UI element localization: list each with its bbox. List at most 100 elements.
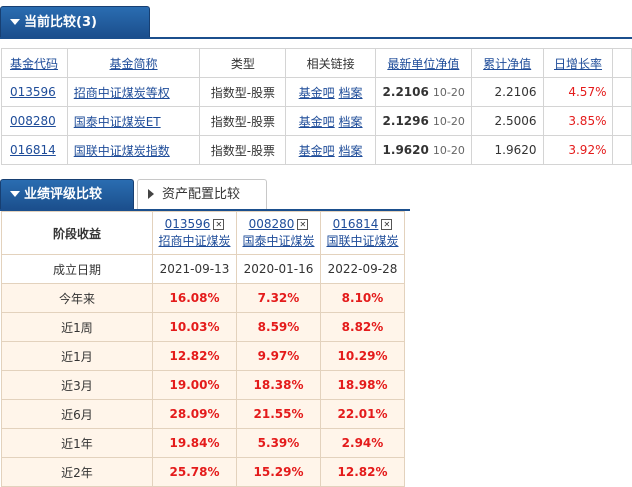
perf-value: 22.01% — [320, 399, 405, 429]
asset-allocation-tab[interactable]: 资产配置比较 — [137, 179, 267, 209]
perf-fund-name-link[interactable]: 招商中证煤炭 — [158, 234, 230, 248]
perf-header-row: 阶段收益 013596 ✕ 招商中证煤炭 008280 ✕ 国泰中证煤炭 01681… — [1, 211, 405, 255]
perf-value: 5.39% — [236, 428, 321, 458]
perf-value: 2020-01-16 — [236, 254, 321, 284]
fund-type: 指数型-股票 — [199, 77, 287, 107]
perf-value: 10.29% — [320, 341, 405, 371]
fund-bar-link[interactable]: 基金吧 — [299, 86, 335, 100]
current-compare-label: 当前比较(3) — [24, 15, 97, 30]
perf-fund-code-link[interactable]: 016814 — [333, 217, 379, 231]
perf-value: 18.98% — [320, 370, 405, 400]
perf-value: 8.10% — [320, 283, 405, 313]
perf-value: 9.97% — [236, 341, 321, 371]
perf-fund-header: 013596 ✕ 招商中证煤炭 — [152, 211, 237, 255]
perf-value: 12.82% — [152, 341, 237, 371]
perf-value: 2022-09-28 — [320, 254, 405, 284]
header-type: 类型 — [199, 48, 287, 78]
header-links: 相关链接 — [285, 48, 376, 78]
compare-tab-bar: 当前比较(3) — [0, 0, 632, 44]
asset-tab-label: 资产配置比较 — [162, 187, 241, 202]
perf-fund-code-link[interactable]: 008280 — [249, 217, 295, 231]
caret-right-icon — [148, 189, 154, 199]
fund-profile-link[interactable]: 档案 — [339, 86, 363, 100]
perf-row-label: 近2年 — [1, 457, 153, 487]
perf-value: 10.03% — [152, 312, 237, 342]
perf-row-label: 近6月 — [1, 399, 153, 429]
perf-row-label: 近1周 — [1, 312, 153, 342]
performance-compare-tab[interactable]: 业绩评级比较 — [0, 179, 134, 209]
fund-daily-rate: 3.85% — [542, 106, 614, 136]
fund-bar-link[interactable]: 基金吧 — [299, 115, 335, 129]
header-name[interactable]: 基金简称 — [66, 48, 201, 78]
tab-divider — [0, 37, 632, 39]
fund-acc-nav: 2.2106 — [470, 77, 544, 107]
perf-value: 12.82% — [320, 457, 405, 487]
perf-row-label: 成立日期 — [1, 254, 153, 284]
perf-value: 19.84% — [152, 428, 237, 458]
fund-code-link[interactable]: 016814 — [10, 143, 56, 157]
perf-value: 19.00% — [152, 370, 237, 400]
perf-row-label: 近3月 — [1, 370, 153, 400]
perf-fund-header: 016814 ✕ 国联中证煤炭 — [320, 211, 405, 255]
fund-nav: 1.9620 — [382, 143, 429, 157]
fund-profile-link[interactable]: 档案 — [339, 144, 363, 158]
perf-row: 近2年 25.78% 15.29% 12.82% — [1, 457, 405, 487]
perf-value: 18.38% — [236, 370, 321, 400]
close-icon[interactable]: ✕ — [213, 219, 225, 230]
perf-value: 15.29% — [236, 457, 321, 487]
perf-value: 2021-09-13 — [152, 254, 237, 284]
current-compare-tab[interactable]: 当前比较(3) — [0, 6, 150, 37]
fund-name-link[interactable]: 招商中证煤炭等权 — [74, 86, 170, 100]
close-icon[interactable]: ✕ — [381, 219, 393, 230]
fund-acc-nav: 1.9620 — [470, 135, 544, 165]
performance-tab-label: 业绩评级比较 — [24, 187, 103, 202]
perf-value: 28.09% — [152, 399, 237, 429]
perf-value: 16.08% — [152, 283, 237, 313]
perf-fund-name-link[interactable]: 国联中证煤炭 — [326, 234, 398, 248]
header-code[interactable]: 基金代码 — [1, 48, 68, 78]
fund-nav-date: 10-20 — [432, 115, 465, 128]
performance-table: 阶段收益 013596 ✕ 招商中证煤炭 008280 ✕ 国泰中证煤炭 01681… — [1, 211, 405, 487]
fund-acc-nav: 2.5006 — [470, 106, 544, 136]
perf-value: 21.55% — [236, 399, 321, 429]
fund-code-link[interactable]: 008280 — [10, 114, 56, 128]
fund-row: 016814 国联中证煤炭指数 指数型-股票 基金吧 档案 1.9620 10-2… — [1, 135, 632, 165]
perf-value: 25.78% — [152, 457, 237, 487]
close-icon[interactable]: ✕ — [297, 219, 309, 230]
fund-name-link[interactable]: 国泰中证煤炭ET — [74, 115, 161, 129]
perf-fund-code-link[interactable]: 013596 — [165, 217, 211, 231]
fund-code-link[interactable]: 013596 — [10, 85, 56, 99]
perf-row-label: 近1月 — [1, 341, 153, 371]
fund-nav-date: 10-20 — [432, 86, 465, 99]
header-more[interactable] — [612, 48, 632, 78]
fund-compare-table: 基金代码 基金简称 类型 相关链接 最新单位净值 累计净值 日增长率 01359… — [1, 48, 632, 165]
perf-row: 近3月 19.00% 18.38% 18.98% — [1, 370, 405, 400]
fund-row: 008280 国泰中证煤炭ET 指数型-股票 基金吧 档案 2.1296 10-2… — [1, 106, 632, 136]
perf-fund-header: 008280 ✕ 国泰中证煤炭 — [236, 211, 321, 255]
fund-daily-rate: 3.92% — [542, 135, 614, 165]
perf-row-label: 近1年 — [1, 428, 153, 458]
caret-down-icon — [10, 18, 20, 25]
header-rate[interactable]: 日增长率 — [542, 48, 614, 78]
perf-row: 今年来 16.08% 7.32% 8.10% — [1, 283, 405, 313]
fund-type: 指数型-股票 — [199, 106, 287, 136]
fund-nav: 2.1296 — [382, 114, 429, 128]
fund-nav-date: 10-20 — [432, 144, 465, 157]
fund-bar-link[interactable]: 基金吧 — [299, 144, 335, 158]
fund-table-header: 基金代码 基金简称 类型 相关链接 最新单位净值 累计净值 日增长率 — [1, 48, 632, 78]
perf-fund-name-link[interactable]: 国泰中证煤炭 — [242, 234, 314, 248]
perf-value: 8.82% — [320, 312, 405, 342]
perf-row: 近6月 28.09% 21.55% 22.01% — [1, 399, 405, 429]
header-nav[interactable]: 最新单位净值 — [374, 48, 472, 78]
perf-value: 2.94% — [320, 428, 405, 458]
fund-profile-link[interactable]: 档案 — [339, 115, 363, 129]
fund-row: 013596 招商中证煤炭等权 指数型-股票 基金吧 档案 2.2106 10-2… — [1, 77, 632, 107]
perf-row: 成立日期 2021-09-13 2020-01-16 2022-09-28 — [1, 254, 405, 284]
fund-daily-rate: 4.57% — [542, 77, 614, 107]
perf-row: 近1周 10.03% 8.59% 8.82% — [1, 312, 405, 342]
perf-corner-label: 阶段收益 — [1, 211, 153, 255]
caret-down-icon — [10, 190, 20, 197]
perf-value: 8.59% — [236, 312, 321, 342]
fund-name-link[interactable]: 国联中证煤炭指数 — [74, 144, 170, 158]
header-acc[interactable]: 累计净值 — [470, 48, 544, 78]
